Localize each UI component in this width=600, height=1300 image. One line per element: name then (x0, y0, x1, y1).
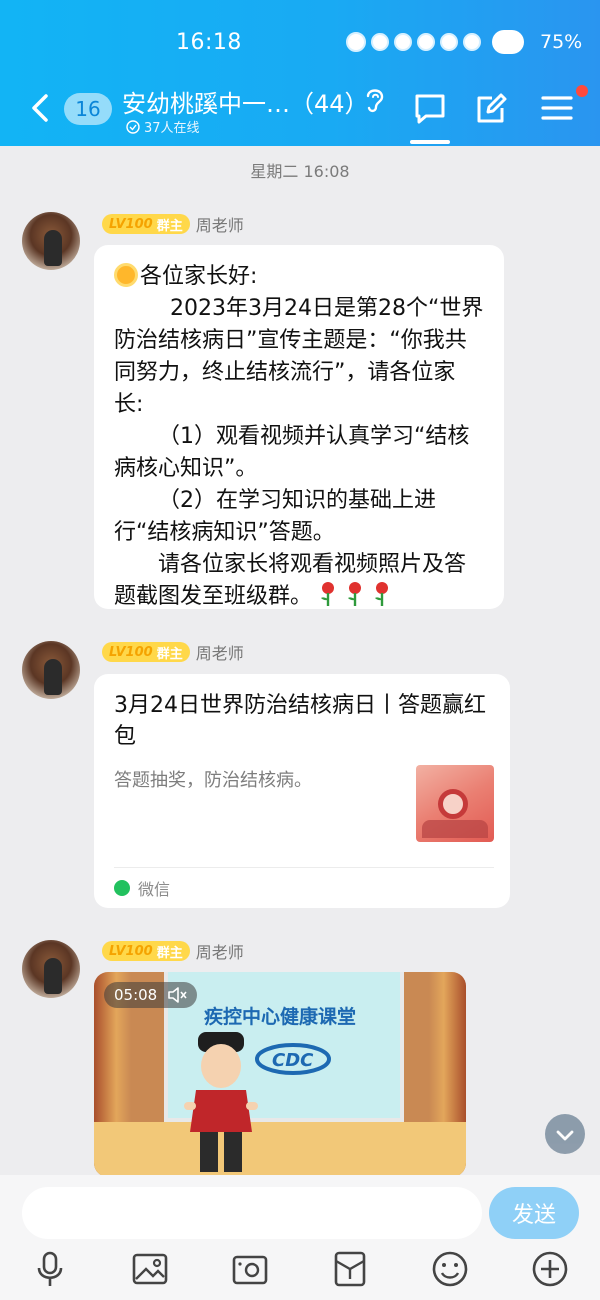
owner-badge: LV100 群主 (102, 941, 190, 961)
input-bar: 发送 (0, 1175, 600, 1300)
role-label: 群主 (156, 945, 183, 961)
nfc-icon (371, 33, 389, 51)
rose-emoji-icon (321, 582, 335, 606)
chat-bubble-icon (415, 94, 445, 124)
avatar[interactable] (22, 940, 80, 998)
cartoon-presenter (184, 1032, 258, 1172)
wifi-icon (440, 33, 458, 51)
send-button[interactable]: 发送 (489, 1187, 579, 1239)
edit-button[interactable] (472, 88, 512, 128)
scroll-to-bottom-button[interactable] (545, 1114, 585, 1154)
notification-dot (576, 85, 588, 97)
red-packet-icon (334, 1251, 366, 1287)
cdc-logo-icon: CDC (255, 1043, 331, 1075)
sender-row: LV100 群主 周老师 (102, 939, 244, 963)
chat-header: 16:18 75% 16 安幼桃蹊中一…（44） 37人在线 (0, 0, 600, 146)
message-line: （2）在学习知识的基础上进行“结核病知识”答题。 (114, 488, 436, 545)
avatar[interactable] (22, 212, 80, 270)
rose-emoji-icon (348, 582, 362, 606)
role-label: 群主 (156, 218, 183, 234)
image-icon (132, 1253, 168, 1285)
level-label: LV100 (109, 644, 153, 660)
voice-button[interactable] (30, 1249, 70, 1289)
message-line: 请各位家长将观看视频照片及答题截图发至班级群。 (114, 552, 467, 609)
chevron-left-icon (32, 94, 48, 122)
sender-name: 周老师 (195, 943, 244, 962)
sticker-icon (417, 33, 435, 51)
ear-icon[interactable] (364, 86, 386, 114)
role-label: 群主 (156, 646, 183, 662)
rose-emoji-icon (375, 582, 389, 606)
card-source: 微信 (114, 876, 170, 900)
menu-button[interactable] (537, 88, 577, 128)
text-message-bubble[interactable]: 各位家长好: 2023年3月24日是第28个“世界防治结核病日”宣传主题是：“你… (94, 245, 504, 609)
sender-row: LV100 群主 周老师 (102, 640, 244, 664)
message-line: 2023年3月24日是第28个“世界防治结核病日”宣传主题是：“你我共同努力，终… (114, 296, 484, 417)
status-icons (346, 30, 524, 54)
chat-tab-button[interactable] (410, 88, 450, 128)
camera-icon (232, 1255, 268, 1285)
wechat-icon (114, 880, 130, 896)
online-count: 37人在线 (144, 121, 200, 136)
more-button[interactable] (530, 1249, 570, 1289)
sticker-icon (346, 32, 366, 52)
owner-badge: LV100 群主 (102, 642, 190, 662)
avatar[interactable] (22, 641, 80, 699)
image-button[interactable] (130, 1249, 170, 1289)
video-duration: 05:08 (104, 982, 198, 1008)
owner-badge: LV100 群主 (102, 214, 190, 234)
video-message[interactable]: 疾控中心健康课堂 CDC 05:08 (94, 972, 466, 1177)
online-status: 37人在线 (126, 117, 200, 136)
message-line: 各位家长好: (140, 264, 258, 289)
chat-title[interactable]: 安幼桃蹊中一…（44） (122, 84, 369, 119)
level-label: LV100 (109, 943, 153, 959)
active-tab-indicator (410, 140, 450, 144)
mute-icon[interactable] (167, 987, 187, 1003)
signal-icon (463, 33, 481, 51)
sender-name: 周老师 (195, 644, 244, 663)
chevron-down-icon (556, 1130, 574, 1141)
video-title: 疾控中心健康课堂 (204, 1006, 357, 1028)
sender-row: LV100 群主 周老师 (102, 212, 244, 236)
plus-icon (532, 1251, 568, 1287)
message-timestamp: 星期二 16:08 (250, 162, 350, 181)
battery-icon (492, 30, 524, 54)
edit-icon (477, 93, 507, 123)
sender-name: 周老师 (195, 216, 244, 235)
check-circle-icon (126, 119, 140, 134)
back-button[interactable] (28, 88, 56, 128)
camera-button[interactable] (230, 1249, 270, 1289)
message-line: （1）观看视频并认真学习“结核病核心知识”。 (114, 424, 470, 481)
card-source-label: 微信 (138, 880, 171, 899)
emoji-button[interactable] (430, 1249, 470, 1289)
bluetooth-icon (394, 33, 412, 51)
svg-text:CDC: CDC (272, 1050, 314, 1071)
video-stage (94, 1122, 466, 1177)
divider (114, 867, 494, 868)
menu-icon (541, 96, 573, 120)
status-time: 16:18 (176, 30, 242, 55)
battery-percent: 75% (540, 31, 583, 53)
level-label: LV100 (109, 216, 153, 232)
card-description: 答题抽奖，防治结核病。 (114, 770, 312, 791)
card-title: 3月24日世界防治结核病日丨答题赢红包 (114, 693, 486, 749)
card-thumbnail (416, 765, 494, 842)
message-input[interactable] (22, 1187, 482, 1239)
sun-emoji-icon (114, 263, 138, 287)
duration-label: 05:08 (114, 986, 158, 1004)
unread-count-badge[interactable]: 16 (64, 93, 112, 125)
link-card-message[interactable]: 3月24日世界防治结核病日丨答题赢红包 答题抽奖，防治结核病。 微信 (94, 674, 510, 908)
mic-icon (37, 1251, 63, 1286)
emoji-icon (432, 1251, 468, 1287)
red-packet-button[interactable] (330, 1249, 370, 1289)
